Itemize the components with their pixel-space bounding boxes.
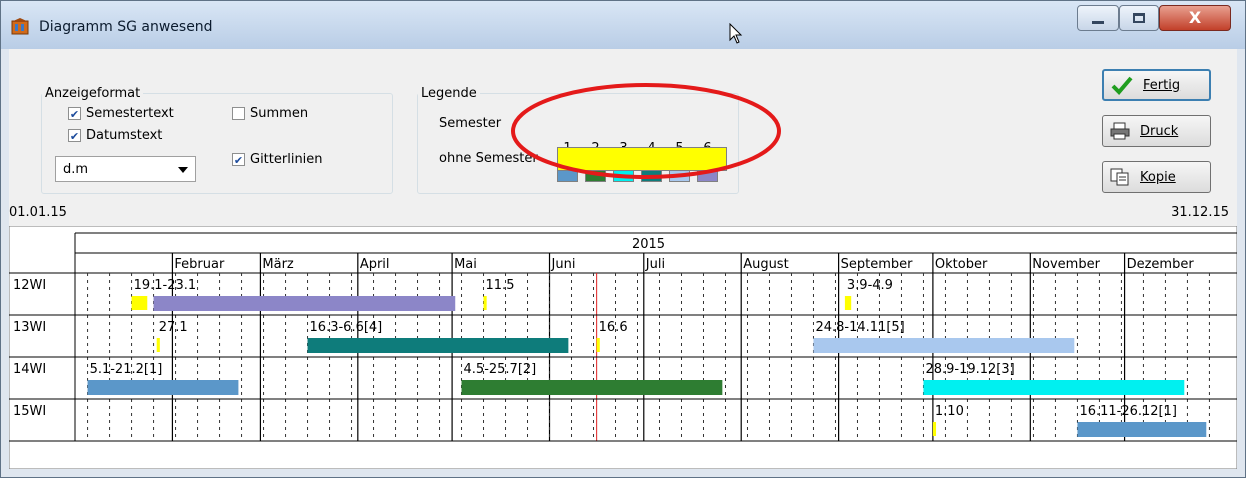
- window-title: Diagramm SG anwesend: [39, 19, 213, 35]
- check-icon: ✔: [68, 107, 81, 121]
- minimize-icon: [1092, 21, 1104, 24]
- range-end-date: 31.12.15: [1171, 205, 1229, 220]
- display-format-legend: Anzeigeformat: [45, 86, 141, 101]
- month-label: November: [1032, 257, 1100, 272]
- gantt-bar: [596, 338, 600, 352]
- maximize-icon: [1133, 13, 1145, 23]
- date-format-select[interactable]: d.m: [55, 156, 196, 182]
- row-label: 15WI: [13, 404, 46, 419]
- bar-label: 3.9-4.9: [847, 278, 893, 293]
- gantt-chart[interactable]: 2015 Februar März April Mai Juni Juli August Sep…: [8, 225, 1238, 470]
- printer-icon: [1110, 122, 1130, 140]
- semestertext-label: Semestertext: [86, 106, 174, 121]
- range-start-date: 01.01.15: [9, 205, 67, 220]
- datumstext-checkbox[interactable]: ✔ Datumstext: [68, 128, 162, 143]
- chevron-down-icon: [178, 167, 188, 173]
- bar-label: 11.5: [486, 278, 515, 293]
- kopie-label: Kopie: [1140, 169, 1176, 185]
- gantt-bar: [156, 338, 160, 352]
- gantt-bar: [461, 380, 723, 395]
- unchecked-box: [232, 107, 245, 120]
- red-highlight-ellipse: [511, 83, 781, 179]
- gantt-bar: [131, 296, 148, 310]
- month-label: April: [360, 257, 390, 272]
- druck-label: Druck: [1140, 123, 1179, 139]
- summen-label: Summen: [250, 106, 309, 121]
- check-icon: ✔: [68, 129, 81, 143]
- close-button[interactable]: X: [1159, 5, 1231, 31]
- druck-button[interactable]: Druck: [1102, 115, 1211, 147]
- semester-legend-label: Semester: [439, 116, 502, 131]
- bar-label: 27.1: [159, 320, 188, 335]
- fertig-button[interactable]: Fertig: [1102, 69, 1211, 101]
- bar-label: 28.9-19.12[3]: [925, 362, 1014, 377]
- month-label: Mai: [454, 257, 477, 272]
- bar-label: 19.1-23.1: [134, 278, 197, 293]
- month-label: März: [262, 257, 294, 272]
- month-label: Juni: [551, 257, 576, 272]
- month-label: August: [743, 257, 789, 272]
- copy-icon: [1110, 168, 1129, 186]
- bar-label: 16.3-6.6[4]: [310, 320, 383, 335]
- gantt-svg: 2015 Februar März April Mai Juni Juli August Sep…: [8, 225, 1238, 470]
- row-label: 13WI: [13, 320, 46, 335]
- gantt-bar: [307, 338, 569, 353]
- month-label: Februar: [174, 257, 225, 272]
- bar-label: 4.5-25.7[2]: [464, 362, 537, 377]
- fertig-label: Fertig: [1143, 77, 1181, 93]
- bar-label: 16.11-26.12[1]: [1079, 404, 1177, 419]
- month-label: September: [841, 257, 914, 272]
- datumstext-label: Datumstext: [86, 128, 163, 143]
- month-label: Dezember: [1127, 257, 1195, 272]
- minimize-button[interactable]: [1077, 5, 1119, 31]
- month-label: Juli: [645, 257, 665, 272]
- maximize-button[interactable]: [1119, 5, 1159, 31]
- summen-checkbox[interactable]: Summen: [232, 106, 308, 121]
- gantt-bar: [932, 422, 937, 436]
- row-label: 12WI: [13, 278, 46, 293]
- date-format-value: d.m: [63, 162, 89, 177]
- legend-title: Legende: [421, 86, 477, 101]
- gantt-bar: [813, 338, 1075, 353]
- gitterlinien-checkbox[interactable]: ✔ Gitterlinien: [232, 152, 323, 167]
- gantt-bar: [844, 296, 852, 310]
- close-icon: X: [1188, 8, 1202, 27]
- year-label: 2015: [632, 237, 665, 252]
- gantt-bar: [483, 296, 487, 310]
- bar-label: 24.8-14.11[5]: [815, 320, 904, 335]
- check-icon: ✔: [232, 153, 245, 167]
- bar-label: 5.1-21.2[1]: [90, 362, 163, 377]
- checkmark-icon: [1111, 76, 1133, 95]
- app-icon: [11, 18, 29, 35]
- semestertext-checkbox[interactable]: ✔ Semestertext: [68, 106, 174, 121]
- gantt-bar: [87, 380, 239, 395]
- mouse-cursor-icon: [729, 23, 743, 44]
- bar-label: 1.10: [935, 404, 964, 419]
- row-label: 14WI: [13, 362, 46, 377]
- gitterlinien-label: Gitterlinien: [250, 152, 323, 167]
- gantt-bar: [153, 296, 456, 311]
- month-label: Oktober: [935, 257, 988, 272]
- gantt-bar: [1077, 422, 1207, 437]
- kopie-button[interactable]: Kopie: [1102, 161, 1211, 193]
- bar-label: 16.6: [599, 320, 628, 335]
- gantt-bar: [923, 380, 1185, 395]
- title-bar[interactable]: Diagramm SG anwesend X: [1, 1, 1245, 49]
- dialog-window: Diagramm SG anwesend X Anzeigeformat ✔ S…: [0, 0, 1246, 478]
